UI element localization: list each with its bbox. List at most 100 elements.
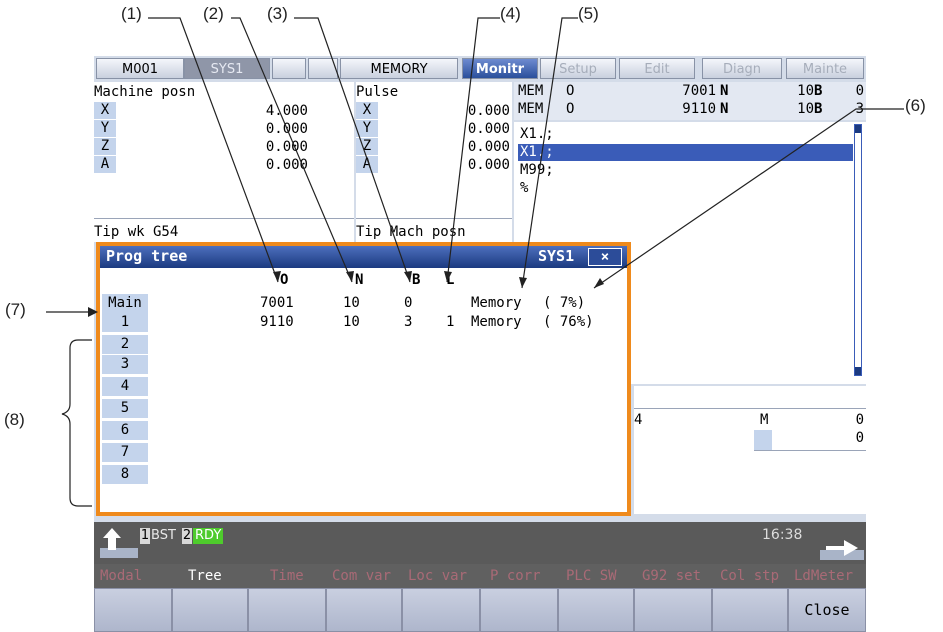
- axis-value: 4.000: [265, 103, 308, 119]
- pulse-value: 0.000: [467, 157, 510, 173]
- tab-setup[interactable]: Setup: [540, 58, 616, 79]
- mem-o-value: 7001: [682, 83, 716, 99]
- axis-value: 0.000: [265, 157, 308, 173]
- program-status-panel: MEM O 7001 N 10 B 0 MEM O 9110 N 10 B 3: [514, 82, 866, 120]
- mem-n-value: 10: [797, 101, 814, 117]
- forward-arrow-icon[interactable]: [820, 536, 864, 560]
- tip-work-label: Tip wk G54: [94, 224, 179, 240]
- program-tree-titlebar: Prog tree SYS1 ×: [100, 246, 627, 268]
- menu-load-meter[interactable]: LdMeter: [794, 564, 853, 588]
- program-line-cursor[interactable]: [518, 144, 853, 161]
- tab-monitor[interactable]: Monitr: [462, 58, 538, 79]
- function-key-1[interactable]: [94, 588, 172, 632]
- menu-p-correction[interactable]: P corr: [490, 564, 541, 588]
- axis-label: A: [94, 156, 116, 173]
- tree-b-value: 3: [404, 314, 413, 330]
- program-line[interactable]: X1.;: [520, 126, 554, 142]
- axis-label: A: [356, 156, 378, 173]
- pulse-title: Pulse: [356, 84, 399, 100]
- axis-label: Z: [356, 138, 378, 155]
- menu-plc-switch[interactable]: PLC SW: [566, 564, 617, 588]
- menu-tree[interactable]: Tree: [188, 564, 222, 588]
- axis-value: 0.000: [265, 121, 308, 137]
- program-line[interactable]: %: [520, 180, 528, 196]
- m-code-box: [754, 430, 772, 450]
- tree-percentage: ( 76%): [543, 314, 594, 330]
- tree-device: Memory: [471, 314, 522, 330]
- mem-b-value: 3: [855, 101, 864, 117]
- header-l: L: [446, 272, 455, 288]
- tree-row-label: 3: [102, 355, 148, 374]
- mem-b-value: 0: [855, 83, 864, 99]
- function-key-6[interactable]: [480, 588, 558, 632]
- menu-time[interactable]: Time: [270, 564, 304, 588]
- callout-1: (1): [121, 4, 142, 23]
- mem-n-value: 10: [797, 83, 814, 99]
- function-key-3[interactable]: [248, 588, 326, 632]
- axis-label: Y: [94, 120, 116, 137]
- mem-n-label: N: [720, 83, 729, 99]
- tree-n-value: 10: [343, 295, 360, 311]
- menu-collation-stop[interactable]: Col stp: [720, 564, 779, 588]
- callout-7: (7): [5, 300, 26, 319]
- function-key-5[interactable]: [402, 588, 480, 632]
- program-line[interactable]: M99;: [520, 162, 554, 178]
- axis-label: X: [356, 102, 378, 119]
- tab-diagnosis[interactable]: Diagn: [702, 58, 782, 79]
- menu-local-variables[interactable]: Loc var: [408, 564, 467, 588]
- mem-mode: MEM: [518, 83, 544, 99]
- axis-value: 0.000: [265, 139, 308, 155]
- function-key-4[interactable]: [326, 588, 402, 632]
- close-button[interactable]: Close: [788, 588, 866, 632]
- tab-edit[interactable]: Edit: [619, 58, 695, 79]
- machine-position-panel: Machine posn X Y Z A 4.000 0.000 0.000 0…: [94, 82, 354, 242]
- back-arrow-icon[interactable]: [100, 526, 140, 560]
- mem-o-label: O: [566, 83, 575, 99]
- tree-row-label: 1: [102, 313, 148, 332]
- tab-system[interactable]: SYS1: [184, 58, 270, 79]
- mem-b-label: B: [814, 101, 823, 117]
- mem-o-value: 9110: [682, 101, 716, 117]
- callout-8: (8): [4, 410, 25, 429]
- menu-g92-set[interactable]: G92 set: [642, 564, 701, 588]
- function-key-2[interactable]: [172, 588, 248, 632]
- axis-label: X: [94, 102, 116, 119]
- function-key-row: Close: [94, 588, 866, 632]
- m-code-value: 0: [855, 412, 864, 428]
- tab-maintenance[interactable]: Mainte: [786, 58, 864, 79]
- menu-common-variables[interactable]: Com var: [332, 564, 391, 588]
- tree-row-label: 5: [102, 399, 148, 418]
- divider: [356, 218, 512, 219]
- window-title: Prog tree: [106, 247, 188, 265]
- status-rdy: RDY: [193, 528, 224, 544]
- program-scrollbar[interactable]: [854, 124, 862, 376]
- status-num-2: 2: [182, 528, 192, 544]
- menu-modal[interactable]: Modal: [100, 564, 142, 588]
- tab-program-number[interactable]: M001: [96, 58, 184, 79]
- function-key-9[interactable]: [712, 588, 788, 632]
- clock: 16:38: [762, 527, 803, 543]
- close-icon[interactable]: ×: [588, 248, 622, 266]
- tab-memory[interactable]: MEMORY: [340, 58, 458, 79]
- function-key-7[interactable]: [558, 588, 634, 632]
- function-key-8[interactable]: [634, 588, 712, 632]
- callout-3: (3): [267, 4, 288, 23]
- tree-row-label: 8: [102, 465, 148, 484]
- tree-o-value: 7001: [260, 295, 294, 311]
- pulse-value: 0.000: [467, 121, 510, 137]
- status-bst: BST: [151, 528, 176, 543]
- mem-n-label: N: [720, 101, 729, 117]
- tip-machine-position-label: Tip Mach posn: [356, 224, 466, 240]
- program-line[interactable]: X1.;: [520, 144, 554, 160]
- tree-percentage: ( 7%): [543, 295, 586, 311]
- machine-position-title: Machine posn: [94, 84, 196, 100]
- tree-row-label: Main: [102, 294, 148, 313]
- menu-bar: Modal Tree Time Com var Loc var P corr P…: [94, 564, 866, 588]
- modal-status-panel: 4 M 0 0: [634, 386, 866, 514]
- axis-label: Z: [94, 138, 116, 155]
- tree-o-value: 9110: [260, 314, 294, 330]
- header-o: O: [280, 272, 289, 288]
- m-code-value-2: 0: [855, 430, 864, 446]
- divider: [94, 218, 354, 219]
- callout-6: (6): [905, 96, 926, 115]
